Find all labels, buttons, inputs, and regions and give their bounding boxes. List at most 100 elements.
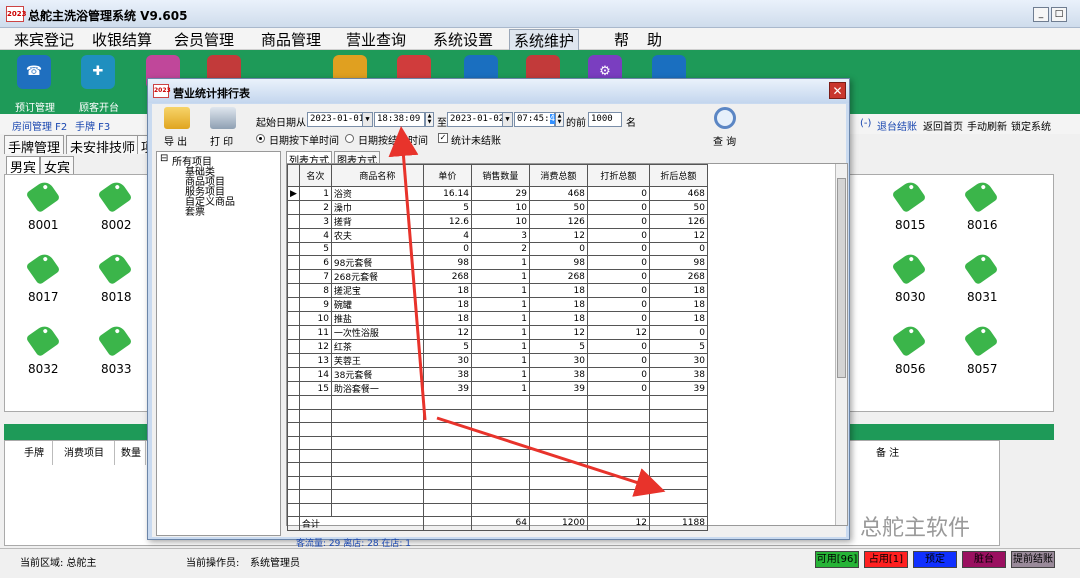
table-row[interactable]: ▶ 1 浴资 16.14 29 468 0 468 bbox=[287, 186, 708, 201]
return-home-link[interactable]: 返回首页 bbox=[923, 118, 963, 133]
end-time-spinner[interactable]: ▲ ▼ bbox=[555, 112, 564, 127]
col-total-amount[interactable]: 消费总额 bbox=[528, 164, 588, 187]
cell-net-total: 5 bbox=[648, 339, 708, 355]
status-dirty-button[interactable]: 脏台 bbox=[962, 551, 1006, 568]
table-row[interactable] bbox=[287, 448, 708, 464]
unpaid-checkbox-label[interactable]: 统计未结账 bbox=[451, 132, 501, 147]
menu-member[interactable]: 会员管理 bbox=[174, 29, 234, 50]
tab-hand-tag[interactable]: 手牌管理 bbox=[4, 135, 65, 156]
col-product-name[interactable]: 商品名称 bbox=[330, 164, 424, 187]
table-row[interactable] bbox=[287, 422, 708, 437]
col-sales-qty[interactable]: 销售数量 bbox=[470, 164, 530, 187]
table-row[interactable]: 2 澡巾 5 10 50 0 50 bbox=[287, 200, 708, 215]
tree-item-package[interactable]: 套票 bbox=[185, 203, 205, 218]
table-row[interactable]: 14 38元套餐 38 1 38 0 38 bbox=[287, 367, 708, 383]
total-amount: 1200 bbox=[528, 515, 588, 531]
end-time-field[interactable]: 07:45:42 bbox=[514, 112, 561, 127]
table-row[interactable]: 13 芙蓉王 30 1 30 0 30 bbox=[287, 353, 708, 369]
table-row[interactable]: 11 一次性浴服 12 1 12 12 0 bbox=[287, 325, 708, 341]
query-button-label[interactable]: 查 询 bbox=[713, 133, 736, 148]
lock-system-link[interactable]: 锁定系统 bbox=[1011, 118, 1051, 133]
table-row[interactable]: 8 搓泥宝 18 1 18 0 18 bbox=[287, 283, 708, 299]
table-row[interactable]: 12 红茶 5 1 5 0 5 bbox=[287, 339, 708, 355]
tab-female[interactable]: 女宾 bbox=[40, 156, 75, 176]
manual-refresh-link[interactable]: 手动刷新 bbox=[967, 118, 1007, 133]
status-available-button[interactable]: 可用[96] bbox=[815, 551, 859, 568]
folder-export-icon[interactable] bbox=[164, 107, 190, 129]
start-date-value: 2023-01-01 bbox=[310, 114, 365, 124]
printer-icon[interactable] bbox=[210, 107, 236, 129]
cell-total-amount: 12 bbox=[528, 228, 588, 243]
dialog-close-button[interactable]: ✕ bbox=[829, 82, 846, 99]
chevron-down-icon[interactable]: ▼ bbox=[362, 113, 372, 126]
unpaid-checkbox[interactable]: ✓ bbox=[438, 133, 448, 143]
end-date-field[interactable]: 2023-01-02 ▼ bbox=[447, 112, 513, 127]
cell-net-total: 39 bbox=[648, 381, 708, 397]
minimize-button[interactable]: _ bbox=[1033, 7, 1049, 22]
radio-order-time-label[interactable]: 日期按下单时间 bbox=[269, 132, 339, 147]
table-row[interactable] bbox=[287, 462, 708, 477]
radio-checkout-time-label[interactable]: 日期按结账时间 bbox=[358, 132, 428, 147]
menu-maintenance[interactable]: 系统维护 bbox=[509, 29, 580, 52]
open-table-icon[interactable]: ✚ bbox=[81, 55, 115, 89]
col-net-total[interactable]: 折后总额 bbox=[648, 164, 708, 187]
menu-business-query[interactable]: 营业查询 bbox=[346, 29, 406, 50]
table-row[interactable]: 7 268元套餐 268 1 268 0 268 bbox=[287, 269, 708, 285]
restore-button[interactable]: □ bbox=[1051, 7, 1067, 22]
table-row[interactable] bbox=[287, 435, 708, 450]
col-rank[interactable]: 名次 bbox=[298, 164, 332, 187]
menu-help-1[interactable]: 帮 bbox=[614, 29, 629, 50]
start-time-spinner[interactable]: ▲ ▼ bbox=[425, 112, 434, 127]
cell-sales-qty bbox=[470, 422, 530, 437]
status-occupied-button[interactable]: 占用[1] bbox=[864, 551, 908, 568]
room-number: 8016 bbox=[967, 218, 998, 232]
table-row[interactable] bbox=[287, 489, 708, 504]
magnifier-icon[interactable] bbox=[714, 107, 736, 129]
col-discount-total[interactable]: 打折总额 bbox=[586, 164, 650, 187]
row-pointer-header bbox=[287, 164, 300, 187]
menu-settings[interactable]: 系统设置 bbox=[433, 29, 493, 50]
table-row[interactable]: 15 助浴套餐一 39 1 39 0 39 bbox=[287, 381, 708, 397]
table-row[interactable]: 10 推盐 18 1 18 0 18 bbox=[287, 311, 708, 327]
export-button-label[interactable]: 导 出 bbox=[164, 133, 187, 148]
chevron-down-icon[interactable]: ▼ bbox=[502, 113, 512, 126]
table-row[interactable] bbox=[287, 475, 708, 491]
print-button-label[interactable]: 打 印 bbox=[210, 133, 233, 148]
tab-male[interactable]: 男宾 bbox=[6, 156, 41, 176]
status-reserved-button[interactable]: 预定 bbox=[913, 551, 957, 568]
reservation-icon[interactable]: ☎ bbox=[17, 55, 51, 89]
menu-help-2[interactable]: 助 bbox=[647, 29, 662, 50]
top-n-unit: 名 bbox=[626, 118, 636, 129]
scroll-thumb[interactable] bbox=[837, 178, 846, 378]
current-area: 当前区域: 总舵主 bbox=[20, 558, 97, 569]
cell-discount-total: 0 bbox=[586, 381, 650, 397]
table-row[interactable]: 4 农夫 4 3 12 0 12 bbox=[287, 228, 708, 243]
checkout-return-link[interactable]: 退台结账 bbox=[877, 118, 917, 133]
table-row[interactable] bbox=[287, 502, 708, 517]
menu-goods[interactable]: 商品管理 bbox=[261, 29, 321, 50]
menu-checkout[interactable]: 收银结算 bbox=[92, 29, 152, 50]
operator-name: 系统管理员 bbox=[250, 558, 300, 569]
cell-rank: 10 bbox=[298, 311, 332, 327]
table-row[interactable] bbox=[287, 408, 708, 424]
tree-toggle-icon[interactable]: ⊟ bbox=[160, 153, 168, 164]
start-time-field[interactable]: 18:38:09 bbox=[374, 112, 425, 127]
radio-checkout-time[interactable] bbox=[345, 134, 354, 143]
hand-tag-link[interactable]: 手牌 F3 bbox=[75, 118, 110, 133]
status-early-checkout-button[interactable]: 提前结账 bbox=[1011, 551, 1055, 568]
cell-rank: 13 bbox=[298, 353, 332, 369]
table-row[interactable] bbox=[287, 395, 708, 410]
tab-unassigned-tech[interactable]: 未安排技师 bbox=[66, 135, 140, 156]
col-unit-price[interactable]: 单价 bbox=[422, 164, 472, 187]
table-row[interactable]: 9 碗罐 18 1 18 0 18 bbox=[287, 297, 708, 313]
menu-guest-register[interactable]: 来宾登记 bbox=[14, 29, 74, 50]
room-management-link[interactable]: 房间管理 F2 bbox=[12, 118, 67, 133]
cell-sales-qty bbox=[470, 435, 530, 450]
grid-scrollbar[interactable] bbox=[835, 164, 847, 525]
table-row[interactable]: 3 搓背 12.6 10 126 0 126 bbox=[287, 214, 708, 229]
start-date-field[interactable]: 2023-01-01 ▼ bbox=[307, 112, 373, 127]
table-row[interactable]: 502000 bbox=[287, 241, 708, 257]
top-n-field[interactable]: 1000 bbox=[588, 112, 622, 127]
table-row[interactable]: 6 98元套餐 98 1 98 0 98 bbox=[287, 255, 708, 271]
radio-order-time[interactable] bbox=[256, 134, 265, 143]
